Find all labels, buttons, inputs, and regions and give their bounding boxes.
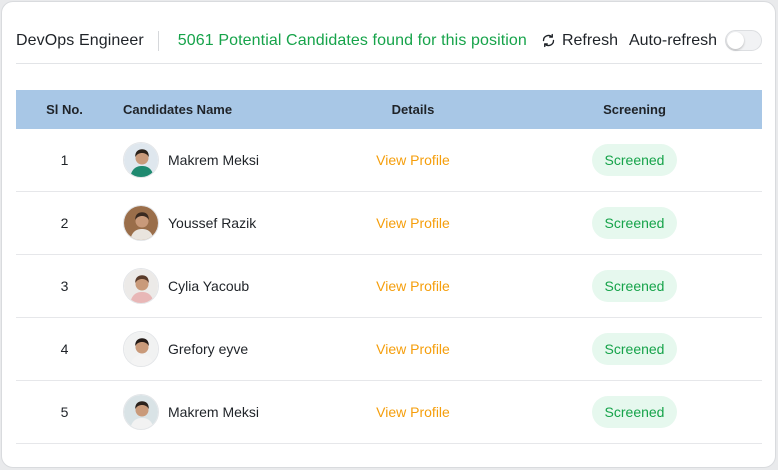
row-sl-number: 1 — [60, 152, 69, 168]
candidate-name: Grefory eyve — [168, 341, 249, 357]
column-header-screening: Screening — [603, 102, 666, 117]
candidates-table: Sl No. Candidates Name Details Screening… — [16, 90, 762, 444]
screening-cell: Screened — [513, 270, 762, 302]
candidate-cell: Youssef Razik — [113, 205, 313, 241]
candidate-cell: Cylia Yacoub — [113, 268, 313, 304]
candidate-name: Makrem Meksi — [168, 152, 260, 168]
view-profile-link[interactable]: View Profile — [376, 404, 450, 420]
avatar — [123, 205, 159, 241]
candidates-card: DevOps Engineer 5061 Potential Candidate… — [1, 1, 776, 468]
status-badge: Screened — [591, 396, 678, 428]
status-badge: Screened — [591, 270, 678, 302]
toggle-knob — [727, 32, 744, 49]
column-header-name: Candidates Name — [123, 102, 233, 117]
header-bar: DevOps Engineer 5061 Potential Candidate… — [16, 20, 762, 64]
auto-refresh-control: Auto-refresh — [629, 30, 762, 51]
avatar — [123, 394, 159, 430]
details-cell: View Profile — [313, 152, 513, 168]
details-cell: View Profile — [313, 215, 513, 231]
details-cell: View Profile — [313, 341, 513, 357]
candidates-found-text: 5061 Potential Candidates found for this… — [177, 31, 527, 49]
auto-refresh-label: Auto-refresh — [628, 31, 717, 49]
column-header-sl: Sl No. — [46, 102, 83, 117]
candidate-name: Youssef Razik — [168, 215, 257, 231]
column-header-details: Details — [391, 102, 435, 117]
position-title: DevOps Engineer — [16, 31, 144, 49]
row-sl-number: 3 — [60, 278, 69, 294]
candidate-name: Cylia Yacoub — [168, 278, 250, 294]
row-sl-number: 4 — [60, 341, 69, 357]
table-row: 4 Grefory eyve View Profile Screened — [16, 318, 762, 381]
header-divider — [157, 30, 159, 51]
refresh-label: Refresh — [561, 31, 618, 49]
details-cell: View Profile — [313, 404, 513, 420]
view-profile-link[interactable]: View Profile — [376, 278, 450, 294]
table-row: 5 Makrem Meksi View Profile Screened — [16, 381, 762, 444]
table-header: Sl No. Candidates Name Details Screening — [16, 90, 762, 129]
refresh-icon — [542, 33, 555, 48]
row-sl-number: 5 — [60, 404, 69, 420]
view-profile-link[interactable]: View Profile — [376, 152, 450, 168]
status-badge: Screened — [591, 144, 678, 176]
status-badge: Screened — [591, 207, 678, 239]
candidate-name: Makrem Meksi — [168, 404, 260, 420]
avatar — [123, 268, 159, 304]
screening-cell: Screened — [513, 333, 762, 365]
table-row: 3 Cylia Yacoub View Profile Screened — [16, 255, 762, 318]
avatar — [123, 142, 159, 178]
auto-refresh-toggle[interactable] — [725, 30, 762, 51]
details-cell: View Profile — [313, 278, 513, 294]
screening-cell: Screened — [513, 396, 762, 428]
screening-cell: Screened — [513, 207, 762, 239]
table-row: 2 Youssef Razik View Profile Screened — [16, 192, 762, 255]
candidate-cell: Grefory eyve — [113, 331, 313, 367]
table-body: 1 Makrem Meksi View Profile Screened 2 Y… — [16, 129, 762, 444]
candidate-cell: Makrem Meksi — [113, 142, 313, 178]
status-badge: Screened — [591, 333, 678, 365]
view-profile-link[interactable]: View Profile — [376, 341, 450, 357]
table-row: 1 Makrem Meksi View Profile Screened — [16, 129, 762, 192]
row-sl-number: 2 — [60, 215, 69, 231]
refresh-button[interactable]: Refresh — [541, 32, 618, 50]
screening-cell: Screened — [513, 144, 762, 176]
candidate-cell: Makrem Meksi — [113, 394, 313, 430]
view-profile-link[interactable]: View Profile — [376, 215, 450, 231]
avatar — [123, 331, 159, 367]
